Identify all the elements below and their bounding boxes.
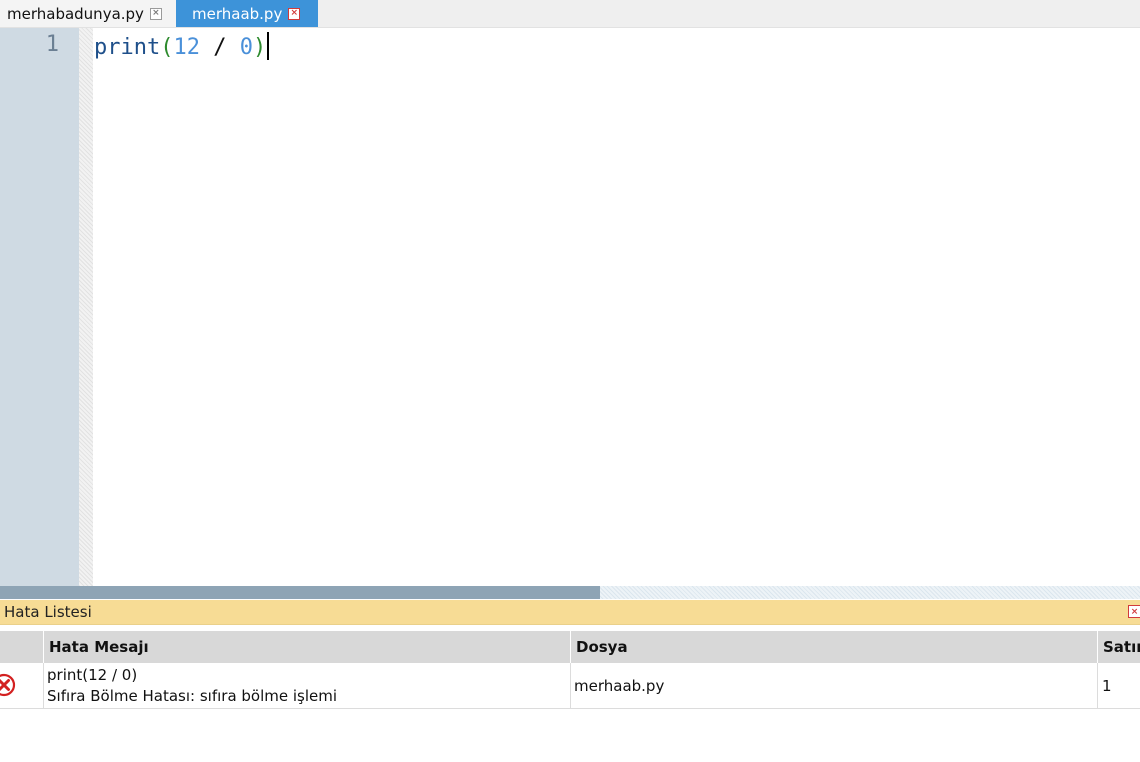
tab-merhaab[interactable]: merhaab.py × <box>176 0 318 27</box>
code-operator: / <box>199 35 240 60</box>
code-editor[interactable]: print(12 / 0) <box>93 28 1140 586</box>
fold-margin <box>79 28 93 586</box>
line-number-gutter: 1 <box>0 28 79 586</box>
error-message-cell: print(12 / 0) Sıfıra Bölme Hatası: sıfır… <box>44 663 571 708</box>
error-file: merhaab.py <box>574 676 665 695</box>
code-close-paren: ) <box>252 35 267 60</box>
close-icon[interactable]: × <box>288 7 301 20</box>
line-number: 1 <box>45 32 59 57</box>
code-keyword: print <box>94 35 161 60</box>
error-code: print(12 / 0) <box>47 665 138 684</box>
code-open-paren: ( <box>160 35 174 60</box>
code-line: print(12 / 0) <box>94 32 270 61</box>
table-row[interactable]: print(12 / 0) Sıfıra Bölme Hatası: sıfır… <box>0 663 1140 709</box>
error-line: 1 <box>1102 676 1112 695</box>
tab-label: merhabadunya.py <box>7 4 144 23</box>
error-table: Hata Mesajı Dosya Satır print(12 / 0) Sı… <box>0 631 1140 709</box>
tab-merhabadunya[interactable]: merhabadunya.py × <box>0 0 176 27</box>
error-panel-header: Hata Listesi × <box>0 600 1140 625</box>
close-icon[interactable]: × <box>1128 605 1140 618</box>
text-caret <box>267 32 270 60</box>
horizontal-scrollbar[interactable] <box>0 586 1140 599</box>
scrollbar-thumb[interactable] <box>0 586 600 599</box>
tab-bar: merhabadunya.py × merhaab.py × <box>0 0 1140 28</box>
column-header-line[interactable]: Satır <box>1098 631 1140 663</box>
close-icon[interactable]: × <box>149 7 162 20</box>
code-number: 0 <box>239 35 253 60</box>
code-number: 12 <box>173 35 200 60</box>
error-icon <box>0 673 16 697</box>
column-header-icon <box>0 631 44 663</box>
column-header-file[interactable]: Dosya <box>571 631 1098 663</box>
error-line-cell: 1 <box>1098 663 1140 708</box>
error-description: Sıfıra Bölme Hatası: sıfıra bölme işlemi <box>47 686 338 705</box>
column-header-message[interactable]: Hata Mesajı <box>44 631 571 663</box>
tab-label: merhaab.py <box>192 4 283 23</box>
error-file-cell: merhaab.py <box>571 663 1098 708</box>
error-icon-cell <box>0 663 44 708</box>
panel-title: Hata Listesi <box>4 603 92 621</box>
